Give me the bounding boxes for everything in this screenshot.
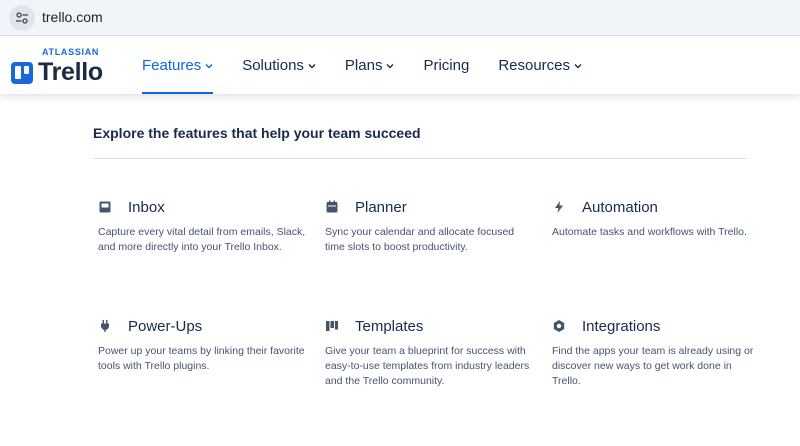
divider xyxy=(93,158,747,159)
nav-item-resources[interactable]: Resources xyxy=(498,36,582,94)
feature-automation[interactable]: Automation Automate tasks and workflows … xyxy=(552,197,760,240)
integrations-icon xyxy=(553,320,565,332)
feature-title: Templates xyxy=(355,317,424,335)
url-text[interactable]: trello.com xyxy=(42,9,103,25)
trello-logo[interactable]: ATLASSIAN Trello xyxy=(11,46,121,86)
feature-title: Power-Ups xyxy=(128,317,203,335)
menu-heading: Explore the features that help your team… xyxy=(93,125,421,141)
plug-icon xyxy=(101,320,109,332)
chevron-down-icon xyxy=(205,63,213,68)
feature-description: Give your team a blueprint for success w… xyxy=(325,345,530,387)
feature-description: Capture every vital detail from emails, … xyxy=(98,226,306,253)
nav-item-label: Pricing xyxy=(423,56,470,74)
feature-power-ups[interactable]: Power-Ups Power up your teams by linking… xyxy=(98,316,306,374)
nav-item-label: Resources xyxy=(498,56,571,74)
chevron-down-icon xyxy=(386,63,394,68)
planner-icon xyxy=(326,200,338,213)
templates-icon xyxy=(326,321,338,331)
main-nav: Features Solutions Plans Pricing Resourc… xyxy=(142,36,611,94)
site-header: ATLASSIAN Trello Features Solutions Plan… xyxy=(0,36,800,94)
inbox-icon xyxy=(99,201,111,213)
feature-inbox[interactable]: Inbox Capture every vital detail from em… xyxy=(98,197,306,255)
lightning-icon xyxy=(555,201,563,213)
feature-description: Automate tasks and workflows with Trello… xyxy=(552,226,747,238)
browser-address-bar: trello.com xyxy=(0,0,800,36)
atlassian-wordmark: ATLASSIAN xyxy=(42,47,100,57)
trello-wordmark: Trello xyxy=(38,58,103,86)
nav-item-pricing[interactable]: Pricing xyxy=(423,36,469,94)
feature-templates[interactable]: Templates Give your team a blueprint for… xyxy=(325,316,533,389)
nav-item-plans[interactable]: Plans xyxy=(345,36,395,94)
feature-title: Inbox xyxy=(128,198,165,216)
nav-item-label: Solutions xyxy=(242,56,304,74)
nav-item-solutions[interactable]: Solutions xyxy=(242,36,316,94)
nav-item-label: Plans xyxy=(344,56,383,74)
feature-integrations[interactable]: Integrations Find the apps your team is … xyxy=(552,316,760,389)
feature-description: Find the apps your team is already using… xyxy=(552,345,754,387)
feature-description: Power up your teams by linking their fav… xyxy=(98,345,305,372)
feature-title: Planner xyxy=(355,198,407,216)
chevron-down-icon xyxy=(574,63,582,68)
feature-title: Integrations xyxy=(582,317,661,335)
nav-item-label: Features xyxy=(142,56,202,74)
feature-planner[interactable]: Planner Sync your calendar and allocate … xyxy=(325,197,533,255)
site-info-icon[interactable] xyxy=(9,5,35,31)
trello-board-icon xyxy=(11,62,33,84)
nav-item-features[interactable]: Features xyxy=(142,36,214,94)
chevron-down-icon xyxy=(308,63,316,68)
tune-icon xyxy=(16,12,28,24)
feature-title: Automation xyxy=(582,198,658,216)
feature-description: Sync your calendar and allocate focused … xyxy=(325,226,515,253)
